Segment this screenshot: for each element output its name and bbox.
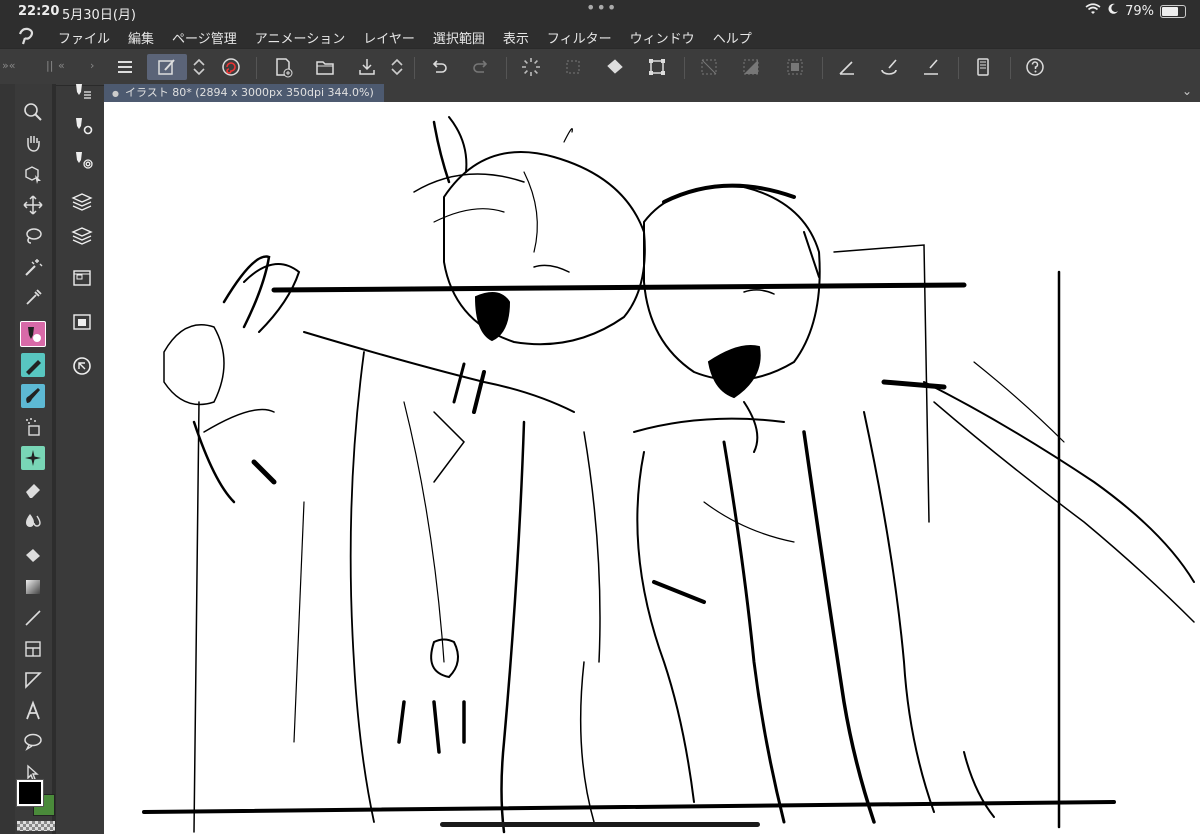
lasso-icon[interactable] (18, 222, 48, 250)
undo-icon[interactable] (424, 54, 454, 80)
stepper-icon[interactable] (386, 54, 408, 80)
sketch-artwork (142, 116, 1195, 834)
pencil-icon[interactable] (18, 351, 48, 379)
status-bar: 22:20 5月30日(月) ••• 79% (0, 0, 1200, 24)
edit-icon[interactable] (147, 54, 187, 80)
spiral-icon[interactable] (216, 54, 246, 80)
battery-icon (1160, 4, 1186, 18)
text-icon[interactable] (18, 697, 48, 725)
document-tab-title: イラスト 80* (2894 x 3000px 350dpi 344.0%) (124, 86, 374, 99)
crop-icon[interactable] (642, 54, 672, 80)
tool-palette (15, 84, 52, 834)
chevron-down-icon[interactable]: ⌄ (1182, 84, 1192, 98)
blend-icon[interactable] (18, 506, 48, 534)
navigator-icon[interactable] (67, 308, 97, 336)
layer-icon[interactable] (67, 222, 97, 250)
select-all-icon[interactable] (780, 54, 810, 80)
hand-icon[interactable] (18, 129, 48, 157)
airbrush-icon[interactable] (18, 413, 48, 441)
panel-divider-icon[interactable]: || (46, 59, 53, 72)
menu-item-7[interactable]: フィルター (547, 28, 612, 47)
gradient-icon[interactable] (18, 573, 48, 601)
line-icon[interactable] (18, 604, 48, 632)
menu-item-6[interactable]: 表示 (503, 28, 529, 47)
command-bar: »« || « › (0, 48, 1200, 86)
collapse-left-icon[interactable]: « (58, 59, 65, 72)
stepper-icon[interactable] (188, 54, 210, 80)
magic-wand-icon[interactable] (18, 253, 48, 281)
left-edge-strip (0, 84, 15, 834)
fill-selection-icon[interactable] (736, 54, 766, 80)
multitask-dots-icon[interactable]: ••• (586, 0, 617, 17)
fill-icon[interactable] (18, 542, 48, 570)
subtool-pen-icon[interactable] (67, 78, 97, 106)
redo-icon[interactable] (466, 54, 496, 80)
busy-icon[interactable] (516, 54, 546, 80)
eyedropper-icon[interactable] (18, 284, 48, 312)
hide-selection-icon[interactable] (694, 54, 724, 80)
open-folder-icon[interactable] (310, 54, 340, 80)
wifi-icon (1085, 3, 1101, 19)
object-icon[interactable] (18, 160, 48, 188)
subtool-detail-icon[interactable] (67, 146, 97, 174)
panel-icon-column (64, 84, 100, 834)
menu-item-3[interactable]: アニメーション (255, 28, 345, 47)
pen-icon[interactable] (18, 320, 48, 348)
status-time: 22:20 (18, 4, 60, 19)
brush-icon[interactable] (874, 54, 904, 80)
menu-item-2[interactable]: ページ管理 (172, 28, 237, 47)
menu-item-5[interactable]: 選択範囲 (433, 28, 485, 47)
ruler-icon[interactable] (916, 54, 946, 80)
material-icon[interactable] (67, 264, 97, 292)
menu-item-4[interactable]: レイヤー (363, 28, 415, 47)
drawing-canvas[interactable] (104, 102, 1200, 834)
expand-right-icon[interactable]: › (90, 59, 94, 72)
fill-icon[interactable] (600, 54, 630, 80)
status-date: 5月30日(月) (62, 8, 136, 23)
ruler-icon[interactable] (18, 666, 48, 694)
moon-icon (1107, 3, 1119, 19)
ruler-pen-icon[interactable] (832, 54, 862, 80)
menu-bar: ファイル 編集 ページ管理 アニメーション レイヤー 選択範囲 表示 フィルター ウィンドウ ヘル… (0, 24, 1200, 48)
history-icon[interactable] (67, 352, 97, 380)
menu-item-0[interactable]: ファイル (58, 28, 110, 47)
menu-item-1[interactable]: 編集 (128, 28, 154, 47)
new-file-icon[interactable] (268, 54, 298, 80)
brush-icon[interactable] (18, 382, 48, 410)
document-tab[interactable]: ● イラスト 80* (2894 x 3000px 350dpi 344.0%) (104, 84, 384, 102)
help-icon[interactable] (1020, 54, 1050, 80)
document-tab-bar: ● イラスト 80* (2894 x 3000px 350dpi 344.0%) … (104, 84, 1200, 102)
transform-icon[interactable] (558, 54, 588, 80)
frame-icon[interactable] (18, 635, 48, 663)
move-icon[interactable] (18, 191, 48, 219)
zoom-icon[interactable] (18, 98, 48, 126)
main-color-swatch[interactable] (16, 779, 44, 807)
app-logo-icon[interactable] (16, 26, 38, 46)
collapse-left-icon[interactable]: »« (2, 59, 15, 72)
save-icon[interactable] (352, 54, 382, 80)
battery-percent: 79% (1125, 3, 1154, 19)
decoration-icon[interactable] (18, 444, 48, 472)
tab-dot-icon: ● (112, 89, 119, 98)
device-icon[interactable] (968, 54, 998, 80)
eraser-icon[interactable] (18, 475, 48, 503)
transparent-color-swatch[interactable] (17, 821, 55, 831)
balloon-icon[interactable] (18, 728, 48, 756)
home-indicator[interactable] (440, 822, 760, 827)
menu-item-9[interactable]: ヘルプ (713, 28, 752, 47)
tool-palette-scrollbar[interactable] (52, 84, 56, 834)
menu-item-8[interactable]: ウィンドウ (630, 28, 695, 47)
subtool-settings-icon[interactable] (67, 112, 97, 140)
layer-property-icon[interactable] (67, 188, 97, 216)
menu-icon[interactable] (110, 54, 140, 80)
